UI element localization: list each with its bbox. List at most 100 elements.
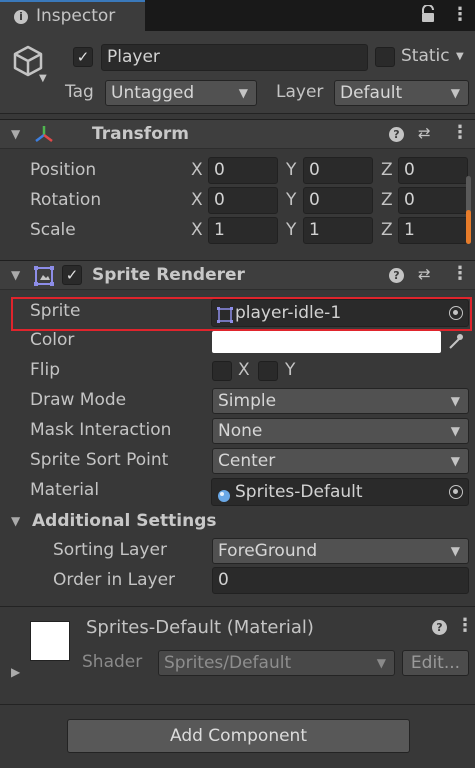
add-component-button[interactable]: Add Component xyxy=(67,719,410,753)
material-preview xyxy=(30,621,70,661)
foldout-arrow-icon[interactable]: ▼ xyxy=(11,268,20,282)
material-label: Material xyxy=(30,480,100,500)
additional-settings-title[interactable]: Additional Settings xyxy=(32,511,217,531)
help-icon[interactable]: ? xyxy=(389,268,404,283)
material-sphere-icon xyxy=(217,485,231,511)
tab-label: Inspector xyxy=(36,6,116,26)
axis-y-label[interactable]: Y xyxy=(286,190,296,210)
flip-x-label: X xyxy=(238,360,250,380)
sprite-sort-point-label: Sprite Sort Point xyxy=(30,450,169,470)
object-picker-icon[interactable] xyxy=(449,306,463,320)
flip-y-checkbox[interactable] xyxy=(258,361,278,381)
chevron-down-icon: ▼ xyxy=(450,454,460,468)
tab-inspector[interactable]: i Inspector xyxy=(0,0,145,31)
axis-z-label[interactable]: Z xyxy=(381,220,393,240)
position-x-field[interactable]: 0 xyxy=(208,157,278,184)
kebab-menu-icon[interactable]: ⋮ xyxy=(456,615,474,636)
chevron-down-icon: ▼ xyxy=(450,544,460,558)
shader-label: Shader xyxy=(82,652,143,672)
scale-y-field[interactable]: 1 xyxy=(303,217,373,244)
chevron-down-icon: ▼ xyxy=(238,86,248,100)
rotation-z-field[interactable]: 0 xyxy=(398,187,468,214)
draw-mode-dropdown[interactable]: Simple ▼ xyxy=(212,388,469,414)
help-icon[interactable]: ? xyxy=(432,620,447,635)
help-icon[interactable]: ? xyxy=(389,127,404,142)
chevron-down-icon: ▼ xyxy=(376,656,386,670)
sprite-renderer-enabled-checkbox[interactable]: ✓ xyxy=(62,265,82,285)
foldout-arrow-icon[interactable]: ▼ xyxy=(11,127,20,141)
rotation-y-field[interactable]: 0 xyxy=(303,187,373,214)
transform-header[interactable]: ▼ Transform ? ⇄ ⋮ xyxy=(0,119,475,149)
lock-icon[interactable] xyxy=(420,4,436,28)
order-in-layer-label: Order in Layer xyxy=(53,570,176,590)
preset-sliders-icon[interactable]: ⇄ xyxy=(418,124,431,142)
edit-shader-button[interactable]: Edit... xyxy=(402,650,469,676)
axis-x-label[interactable]: X xyxy=(191,220,203,240)
chevron-down-icon: ▼ xyxy=(450,394,460,408)
sprite-sort-point-dropdown[interactable]: Center ▼ xyxy=(212,448,469,474)
sprite-object-field[interactable]: player-idle-1 xyxy=(211,299,469,327)
mask-interaction-value: None xyxy=(218,421,263,441)
draw-mode-value: Simple xyxy=(218,391,277,411)
object-picker-icon[interactable] xyxy=(449,485,463,499)
axis-z-label[interactable]: Z xyxy=(381,190,393,210)
scale-z-field[interactable]: 1 xyxy=(398,217,468,244)
active-checkbox[interactable]: ✓ xyxy=(73,47,93,67)
section-divider xyxy=(0,606,475,607)
kebab-menu-icon[interactable]: ⋮ xyxy=(451,263,469,284)
transform-axes-icon xyxy=(33,124,55,149)
static-label[interactable]: Static xyxy=(401,46,450,66)
name-field[interactable]: Player xyxy=(101,44,368,71)
mask-interaction-label: Mask Interaction xyxy=(30,420,172,440)
order-in-layer-field[interactable]: 0 xyxy=(212,567,469,594)
chevron-down-icon: ▼ xyxy=(450,424,460,438)
rotation-x-field[interactable]: 0 xyxy=(208,187,278,214)
material-value: Sprites-Default xyxy=(235,482,363,502)
sprite-renderer-title: Sprite Renderer xyxy=(92,265,245,285)
axis-x-label[interactable]: X xyxy=(191,190,203,210)
tab-bar: i Inspector ⋮ xyxy=(0,0,475,31)
sorting-layer-value: ForeGround xyxy=(218,541,318,561)
static-dropdown-icon[interactable]: ▼ xyxy=(456,51,464,62)
position-label: Position xyxy=(30,160,97,180)
icon-dropdown-icon[interactable]: ▼ xyxy=(39,73,47,84)
layer-dropdown[interactable]: Default ▼ xyxy=(334,80,469,106)
sprite-label: Sprite xyxy=(30,301,81,321)
axis-z-label[interactable]: Z xyxy=(381,160,393,180)
scrollbar-thumb[interactable] xyxy=(466,210,471,244)
material-object-field[interactable]: Sprites-Default xyxy=(211,478,469,506)
shader-value: Sprites/Default xyxy=(164,653,292,673)
shader-dropdown[interactable]: Sprites/Default ▼ xyxy=(158,650,395,676)
eyedropper-icon[interactable] xyxy=(447,331,465,356)
sprite-icon xyxy=(217,305,233,331)
flip-label: Flip xyxy=(30,360,61,380)
preset-sliders-icon[interactable]: ⇄ xyxy=(418,265,431,283)
mask-interaction-dropdown[interactable]: None ▼ xyxy=(212,418,469,444)
position-y-field[interactable]: 0 xyxy=(303,157,373,184)
static-checkbox[interactable] xyxy=(375,47,395,67)
position-z-field[interactable]: 0 xyxy=(398,157,468,184)
axis-y-label[interactable]: Y xyxy=(286,220,296,240)
tag-value: Untagged xyxy=(111,83,195,103)
flip-y-label: Y xyxy=(285,360,296,380)
sorting-layer-label: Sorting Layer xyxy=(53,540,167,560)
sprite-renderer-header[interactable]: ▼ ✓ Sprite Renderer ? ⇄ ⋮ xyxy=(0,260,475,290)
flip-x-checkbox[interactable] xyxy=(212,361,232,381)
axis-y-label[interactable]: Y xyxy=(286,160,296,180)
rotation-label: Rotation xyxy=(30,190,102,210)
color-swatch[interactable] xyxy=(212,331,441,353)
scale-label: Scale xyxy=(30,220,76,240)
scale-x-field[interactable]: 1 xyxy=(208,217,278,244)
foldout-right-arrow-icon[interactable]: ▶ xyxy=(11,665,20,679)
foldout-arrow-icon[interactable]: ▼ xyxy=(11,514,20,528)
axis-x-label[interactable]: X xyxy=(191,160,203,180)
kebab-menu-icon[interactable]: ⋮ xyxy=(451,122,469,143)
draw-mode-label: Draw Mode xyxy=(30,390,127,410)
tag-dropdown[interactable]: Untagged ▼ xyxy=(105,80,257,106)
section-divider xyxy=(0,704,475,705)
sprite-value: player-idle-1 xyxy=(235,303,342,323)
kebab-menu-icon[interactable]: ⋮ xyxy=(451,4,469,25)
material-title: Sprites-Default (Material) xyxy=(86,617,314,638)
sorting-layer-dropdown[interactable]: ForeGround ▼ xyxy=(212,538,469,564)
info-icon: i xyxy=(14,10,28,24)
